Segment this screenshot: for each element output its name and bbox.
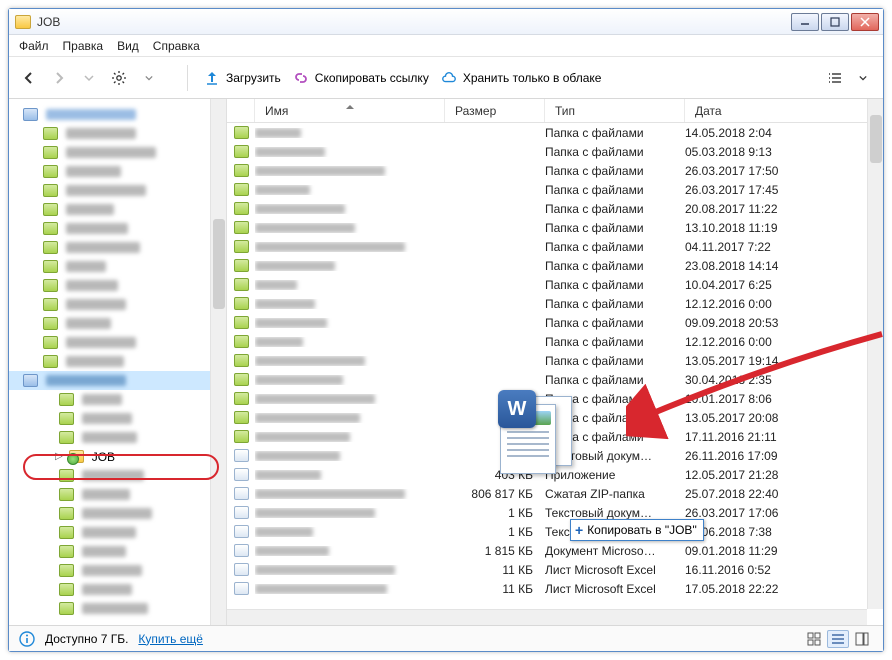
plus-icon: + xyxy=(575,522,583,538)
table-row[interactable]: Папка с файлами12.12.2016 0:00 xyxy=(227,332,883,351)
toolbar: Загрузить Скопировать ссылку Хранить тол… xyxy=(9,57,883,99)
table-row[interactable]: 1 КБТекстовый докум…26.03.2017 17:06 xyxy=(227,503,883,522)
view-thumbnails-button[interactable] xyxy=(803,630,825,648)
table-row[interactable]: Папка с файлами26.03.2017 17:45 xyxy=(227,180,883,199)
drop-tooltip: + Копировать в "JOB" xyxy=(570,519,704,541)
close-button[interactable] xyxy=(851,13,879,31)
table-row[interactable]: 11 КБЛист Microsoft Excel17.05.2018 22:2… xyxy=(227,579,883,598)
titlebar: JOB xyxy=(9,9,883,35)
info-icon xyxy=(19,631,35,647)
settings-dropdown[interactable] xyxy=(137,66,161,90)
view-dropdown[interactable] xyxy=(851,66,875,90)
list-scrollbar-horizontal[interactable] xyxy=(227,609,867,625)
table-row[interactable]: 806 817 КБСжатая ZIP-папка25.07.2018 22:… xyxy=(227,484,883,503)
list-scrollbar-vertical[interactable] xyxy=(867,99,883,609)
view-details-button[interactable] xyxy=(827,630,849,648)
window-title: JOB xyxy=(37,15,789,29)
table-row[interactable]: Папка с файлами10.01.2017 8:06 xyxy=(227,389,883,408)
maximize-button[interactable] xyxy=(821,13,849,31)
tree-node-job[interactable]: ▷ JOB xyxy=(9,447,226,466)
table-row[interactable]: Папка с файлами04.11.2017 7:22 xyxy=(227,237,883,256)
table-row[interactable]: 1 КБТекстовый докум…26.11.2016 17:09 xyxy=(227,446,883,465)
menu-edit[interactable]: Правка xyxy=(63,39,104,53)
table-row[interactable]: Папка с файлами09.09.2018 20:53 xyxy=(227,313,883,332)
table-row[interactable]: Папка с файлами23.08.2018 14:14 xyxy=(227,256,883,275)
table-row[interactable]: Папка с файлами13.05.2017 19:14 xyxy=(227,351,883,370)
file-list[interactable]: Имя Размер Тип Дата Папка с файлами14.05… xyxy=(227,99,883,625)
status-bar: Доступно 7 ГБ. Купить ещё xyxy=(9,625,883,651)
table-row[interactable]: Папка с файлами14.05.2018 2:04 xyxy=(227,123,883,142)
table-row[interactable]: Папка с файлами30.04.2018 2:35 xyxy=(227,370,883,389)
table-row[interactable]: 1 КБТекстовый докум…27.06.2018 7:38 xyxy=(227,522,883,541)
synced-folder-icon xyxy=(69,450,84,463)
table-row[interactable]: Папка с файлами13.05.2017 20:08 xyxy=(227,408,883,427)
status-available: Доступно 7 ГБ. xyxy=(45,632,128,646)
menubar: Файл Правка Вид Справка xyxy=(9,35,883,57)
table-row[interactable]: Папка с файлами05.03.2018 9:13 xyxy=(227,142,883,161)
table-row[interactable]: Папка с файлами17.11.2016 21:11 xyxy=(227,427,883,446)
settings-icon[interactable] xyxy=(107,66,131,90)
table-row[interactable]: 11 КБЛист Microsoft Excel16.11.2016 0:52 xyxy=(227,560,883,579)
column-name[interactable]: Имя xyxy=(255,99,445,122)
table-row[interactable]: 403 КБПриложение12.05.2017 21:28 xyxy=(227,465,883,484)
expand-arrow-icon[interactable]: ▷ xyxy=(55,451,63,462)
column-type[interactable]: Тип xyxy=(545,99,685,122)
column-icon[interactable] xyxy=(227,99,255,122)
upload-button[interactable]: Загрузить xyxy=(198,66,287,90)
back-button[interactable] xyxy=(17,66,41,90)
table-row[interactable]: Папка с файлами20.08.2017 11:22 xyxy=(227,199,883,218)
cloud-only-button[interactable]: Хранить только в облаке xyxy=(435,66,608,90)
tree-scrollbar[interactable] xyxy=(210,99,226,625)
column-size[interactable]: Размер xyxy=(445,99,545,122)
minimize-button[interactable] xyxy=(791,13,819,31)
forward-button[interactable] xyxy=(47,66,71,90)
table-row[interactable]: Папка с файлами13.10.2018 11:19 xyxy=(227,218,883,237)
folder-icon xyxy=(15,15,31,29)
table-row[interactable]: Папка с файлами26.03.2017 17:50 xyxy=(227,161,883,180)
copy-link-button[interactable]: Скопировать ссылку xyxy=(287,66,435,90)
column-date[interactable]: Дата xyxy=(685,99,883,122)
table-row[interactable]: 1 815 КБДокумент Microso…09.01.2018 11:2… xyxy=(227,541,883,560)
menu-help[interactable]: Справка xyxy=(153,39,200,53)
menu-file[interactable]: Файл xyxy=(19,39,49,53)
view-preview-button[interactable] xyxy=(851,630,873,648)
folder-tree[interactable]: ▷ JOB xyxy=(9,99,227,625)
view-options-button[interactable] xyxy=(823,66,847,90)
buy-more-link[interactable]: Купить ещё xyxy=(138,632,203,646)
history-dropdown[interactable] xyxy=(77,66,101,90)
menu-view[interactable]: Вид xyxy=(117,39,139,53)
table-row[interactable]: Папка с файлами10.04.2017 6:25 xyxy=(227,275,883,294)
table-row[interactable]: Папка с файлами12.12.2016 0:00 xyxy=(227,294,883,313)
